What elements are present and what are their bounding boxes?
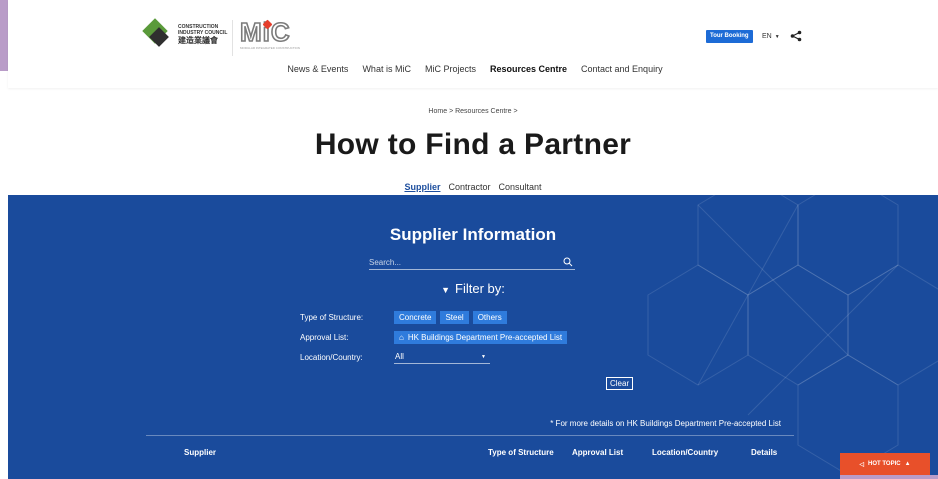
column-header-details: Details bbox=[751, 448, 778, 457]
filter-steel-button[interactable]: Steel bbox=[440, 311, 469, 324]
mic-logo[interactable]: MiC MODULAR INTEGRATED CONSTRUCTION bbox=[239, 17, 300, 50]
column-header-location: Location/Country bbox=[652, 448, 719, 457]
hot-topic-button[interactable]: ◁ HOT TOPIC ▲ bbox=[840, 453, 930, 475]
search-icon[interactable] bbox=[563, 257, 573, 267]
partner-tabs: Supplier Contractor Consultant bbox=[8, 181, 938, 193]
structure-label: Type of Structure: bbox=[300, 313, 364, 322]
location-select[interactable]: All ▼ bbox=[394, 351, 490, 364]
location-label: Location/Country: bbox=[300, 353, 363, 362]
hot-topic-label: HOT TOPIC bbox=[868, 461, 901, 467]
breadcrumb-resources[interactable]: Resources Centre bbox=[455, 108, 511, 115]
location-value: All bbox=[395, 352, 404, 361]
bd-list-label: HK Buildings Department Pre-accepted Lis… bbox=[407, 333, 563, 342]
cic-logo-line3: 建造業議會 bbox=[178, 36, 218, 45]
filter-row-approval: Approval List: ⌂ HK Buildings Department … bbox=[300, 331, 571, 344]
nav-news-events[interactable]: News & Events bbox=[287, 63, 348, 75]
tab-supplier[interactable]: Supplier bbox=[404, 181, 440, 193]
nav-contact-enquiry[interactable]: Contact and Enquiry bbox=[581, 63, 663, 75]
caret-up-icon: ▲ bbox=[904, 461, 911, 467]
approval-label: Approval List: bbox=[300, 333, 349, 342]
filter-title: Filter by: bbox=[455, 281, 505, 296]
nav-mic-projects[interactable]: MiC Projects bbox=[425, 63, 476, 75]
breadcrumb-separator: > bbox=[449, 108, 454, 115]
section-title: Supplier Information bbox=[389, 225, 557, 244]
cic-logo[interactable]: CONSTRUCTION INDUSTRY COUNCIL 建造業議會 bbox=[142, 18, 230, 48]
breadcrumb: Home > Resources Centre > bbox=[8, 108, 938, 115]
nav-what-is-mic[interactable]: What is MiC bbox=[362, 63, 411, 75]
caret-down-icon: ▼ bbox=[481, 354, 486, 360]
column-header-structure: Type of Structure bbox=[488, 448, 554, 457]
search-box bbox=[369, 255, 575, 270]
home-icon: ⌂ bbox=[399, 333, 404, 342]
megaphone-icon: ◁ bbox=[859, 461, 865, 468]
mic-logo-tagline: MODULAR INTEGRATED CONSTRUCTION bbox=[240, 46, 300, 50]
column-header-approval: Approval List bbox=[572, 448, 624, 457]
cic-logo-icon bbox=[142, 18, 172, 48]
filter-others-button[interactable]: Others bbox=[472, 311, 507, 324]
tour-booking-button[interactable]: Tour Booking bbox=[706, 30, 753, 43]
logo-divider bbox=[232, 20, 233, 56]
site-header: CONSTRUCTION INDUSTRY COUNCIL 建造業議會 MiC … bbox=[8, 0, 938, 88]
table-divider bbox=[146, 435, 794, 436]
bd-list-note-link[interactable]: * For more details on HK Buildings Depar… bbox=[8, 419, 781, 428]
filter-row-location: Location/Country: All ▼ bbox=[300, 351, 490, 364]
bottom-accent-bar bbox=[840, 475, 938, 479]
language-selector[interactable]: EN ▼ bbox=[762, 31, 780, 43]
tab-contractor[interactable]: Contractor bbox=[448, 181, 490, 193]
filter-bd-list-button[interactable]: ⌂ HK Buildings Department Pre-accepted Li… bbox=[394, 331, 568, 344]
clear-button[interactable]: Clear bbox=[606, 377, 634, 390]
main-nav: News & Events What is MiC MiC Projects R… bbox=[8, 63, 938, 75]
page-frame: CONSTRUCTION INDUSTRY COUNCIL 建造業議會 MiC … bbox=[8, 0, 938, 479]
share-icon[interactable] bbox=[790, 30, 802, 42]
filter-concrete-button[interactable]: Concrete bbox=[394, 311, 437, 324]
supplier-section: Supplier Information ▼ Filter by: Type of… bbox=[8, 195, 938, 479]
tab-consultant[interactable]: Consultant bbox=[499, 181, 542, 193]
language-label: EN bbox=[762, 33, 772, 40]
breadcrumb-home[interactable]: Home bbox=[428, 108, 447, 115]
caret-down-icon: ▼ bbox=[774, 34, 780, 40]
nav-resources-centre[interactable]: Resources Centre bbox=[490, 63, 567, 75]
filter-row-structure: Type of Structure: Concrete Steel Others bbox=[300, 311, 511, 324]
filter-heading[interactable]: ▼ Filter by: bbox=[8, 281, 938, 296]
search-input[interactable] bbox=[369, 255, 555, 269]
column-header-supplier: Supplier bbox=[184, 448, 217, 457]
page-title: How to Find a Partner bbox=[314, 128, 632, 161]
breadcrumb-separator: > bbox=[513, 108, 518, 115]
triangle-down-icon: ▼ bbox=[441, 285, 451, 295]
